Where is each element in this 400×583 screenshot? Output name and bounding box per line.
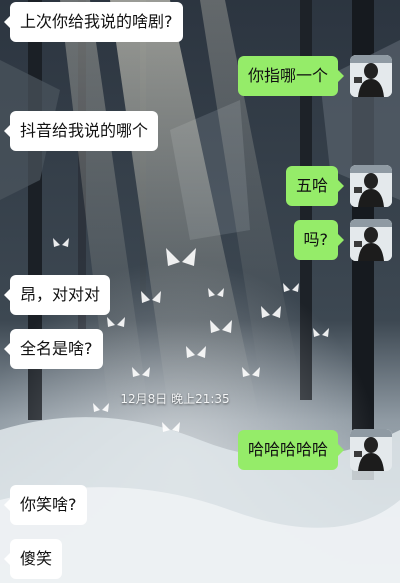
message-timestamp: 12月8日 晚上21:35 (120, 392, 230, 406)
message-incoming[interactable]: 上次你给我说的啥剧? (4, 2, 183, 42)
message-outgoing[interactable]: 吗? (293, 220, 344, 260)
message-outgoing[interactable]: 哈哈哈哈哈 (237, 430, 345, 470)
message-incoming[interactable]: 傻笑 (3, 539, 63, 579)
user-avatar-icon[interactable] (350, 55, 392, 97)
message-outgoing[interactable]: 你指哪一个 (237, 56, 345, 96)
chat-message-list[interactable]: 上次你给我说的啥剧? 你指哪一个 抖音给我说的哪个 五哈 吗? 昂，对对对 全名… (0, 0, 400, 583)
message-incoming[interactable]: 抖音给我说的哪个 (3, 111, 159, 151)
user-avatar-icon[interactable] (350, 429, 392, 471)
message-incoming[interactable]: 你笑啥? (4, 485, 87, 525)
message-outgoing[interactable]: 五哈 (285, 166, 345, 206)
message-incoming[interactable]: 全名是啥? (4, 329, 103, 369)
user-avatar-icon[interactable] (350, 165, 392, 207)
user-avatar-icon[interactable] (350, 219, 392, 261)
message-incoming[interactable]: 昂，对对对 (3, 275, 111, 315)
